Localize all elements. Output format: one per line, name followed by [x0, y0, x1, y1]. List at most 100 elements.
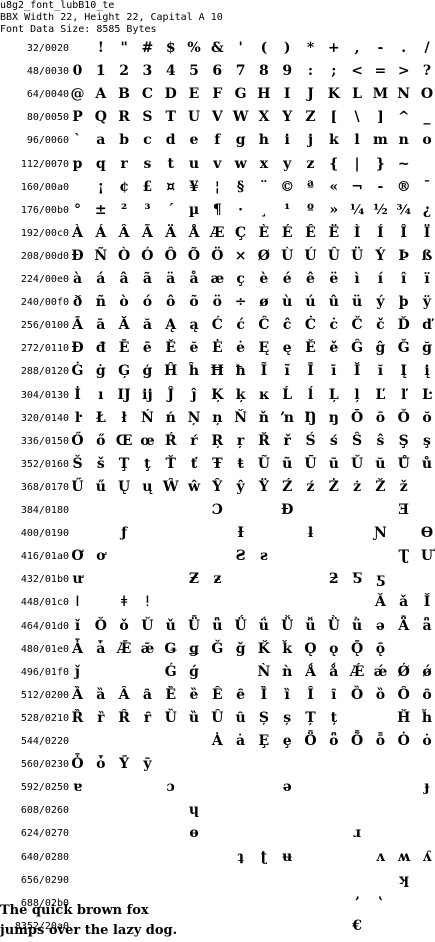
- font-name: u8g2_font_lubB10_te: [0, 0, 115, 11]
- glyph-cell: ;: [331, 63, 337, 80]
- glyph-cell: į: [424, 363, 430, 380]
- glyph-cell: ȯ: [422, 733, 432, 749]
- glyph-cell: Ŀ: [422, 386, 432, 403]
- glyph-row: 32/0020! " # $% & ' () * +, -. /: [0, 37, 435, 60]
- glyph-cell: °: [74, 201, 81, 218]
- glyph-cell: ɥ: [188, 802, 200, 819]
- glyph-cell: I: [283, 86, 291, 103]
- glyph-cell: ǥ: [189, 640, 199, 657]
- glyph-cell: Ń: [140, 409, 154, 426]
- glyph-cell: «: [329, 178, 339, 195]
- glyph-cell: Û: [327, 247, 340, 264]
- glyph-cell: F: [212, 86, 223, 103]
- glyph-cell: Ø: [257, 247, 270, 264]
- glyph-cell: È: [258, 224, 270, 241]
- glyph-cell: ŧ: [237, 455, 244, 472]
- glyph-cell: Ê: [305, 224, 316, 241]
- glyph-row: 480/01e0 Ǡǡ Ǣǣ Ǥǥ Ǧǧ Ǩǩ Ǫǫ Ǭǭ: [0, 638, 435, 661]
- glyph-cell: Ŋ: [304, 409, 317, 426]
- glyph-cell: Ǖ: [187, 617, 201, 634]
- glyph-cell: Ǣ: [116, 640, 132, 657]
- glyph-cell: ƒ: [121, 525, 128, 542]
- row-code-label: 272/0110: [20, 343, 69, 355]
- glyph-cell: ǃ: [145, 594, 150, 611]
- glyph-cell: E: [188, 86, 200, 103]
- glyph-cell: ²: [121, 201, 128, 218]
- glyph-cell: Ŝ: [352, 432, 363, 449]
- glyph-cell: ȋ: [331, 686, 337, 703]
- glyph-cell: ǚ: [305, 617, 316, 634]
- glyph-row: 304/0130 İı Ĳĳ Ĵĵ Ķķ ĸ Ĺĺ Ļļ Ľľ Ŀ: [0, 384, 435, 407]
- glyph-cell: v: [213, 155, 222, 172]
- glyph-row: 656/0290 ʞ: [0, 869, 435, 892]
- glyph-cell: Ǘ: [234, 617, 247, 634]
- glyph-cell: Ě: [305, 340, 316, 357]
- glyph-cell: Ŗ: [211, 432, 224, 449]
- glyph-cell: ĕ: [189, 340, 199, 357]
- glyph-cell: ĩ: [284, 363, 290, 380]
- glyph-cell: ñ: [95, 294, 106, 311]
- glyph-cell: ų: [142, 478, 153, 495]
- glyph-cell: ǿ: [422, 663, 432, 680]
- glyph-cell: ǧ: [235, 640, 246, 657]
- glyph-cell: ȱ: [96, 756, 106, 773]
- glyph-cell: Ȑ: [71, 709, 84, 726]
- glyph-cell: ÿ: [422, 294, 432, 311]
- glyph-cell: O: [420, 86, 434, 103]
- glyph-cell: ƻ: [328, 571, 339, 588]
- glyph-cell: ǝ: [375, 617, 385, 634]
- glyph-cell: W: [232, 109, 249, 126]
- glyph-cell: í: [377, 271, 384, 287]
- glyph-cell: o: [422, 132, 432, 149]
- glyph-cell: ': [238, 40, 243, 56]
- glyph-cell: Ğ: [397, 340, 410, 357]
- glyph-cell: Y: [282, 109, 293, 126]
- glyph-row: 432/01b0 ư Ƶƶ ƻ Ƽƽ: [0, 568, 435, 591]
- glyph-cell: Ȟ: [397, 709, 411, 726]
- glyph-cell: Ǒ: [94, 617, 107, 634]
- glyph-cell: ȏ: [422, 686, 432, 703]
- glyph-row: 288/0120 Ġġ Ģģ Ĥĥ Ħħ Ĩĩ Īī Ĭĭ Įį: [0, 360, 435, 383]
- glyph-cell: Í: [377, 224, 384, 241]
- glyph-cell: ě: [329, 340, 339, 357]
- glyph-cell: D: [164, 86, 177, 103]
- glyph-cell: ı: [98, 386, 104, 403]
- row-code-label: 176/00b0: [20, 204, 69, 216]
- glyph-cell: Ǥ: [164, 640, 177, 657]
- glyph-cell: Ȇ: [211, 686, 223, 703]
- glyph-cell: A: [95, 86, 107, 103]
- glyph-cell: i: [284, 132, 290, 149]
- glyph-cell: ŉ: [280, 409, 295, 426]
- glyph-cell: Ɔ: [211, 502, 223, 518]
- glyph-cell: ʉ: [282, 848, 293, 865]
- glyph-cell: ț: [330, 709, 338, 726]
- glyph-cell: ė: [236, 340, 246, 357]
- glyph-cell: ŏ: [422, 409, 432, 426]
- row-code-label: 80/0050: [26, 112, 69, 124]
- glyph-cell: Ų: [117, 478, 131, 495]
- glyph-cell: č: [376, 317, 385, 334]
- glyph-cell: î: [401, 271, 407, 287]
- glyph-cell: ē: [142, 340, 152, 357]
- glyph-cell: ī: [331, 363, 337, 380]
- glyph-cell: ǻ: [329, 663, 339, 680]
- glyph-cell: ð: [72, 294, 83, 311]
- glyph-cell: Ş: [398, 432, 409, 449]
- glyph-cell: ȗ: [235, 709, 246, 726]
- glyph-cell: ú: [305, 294, 316, 311]
- glyph-row: 640/0280 ʇ ʈ ʉ ʌ ʍ ʎ: [0, 846, 435, 869]
- glyph-cell: Ȕ: [164, 709, 177, 726]
- glyph-row: 448/01c0 ǀ ǂ ǃ Ǎǎ Ǐ: [0, 591, 435, 614]
- glyph-cell: ȭ: [375, 733, 386, 749]
- glyph-cell: Ǔ: [141, 617, 154, 634]
- glyph-cell: Ƽ: [351, 571, 363, 588]
- row-code-label: 640/0280: [20, 851, 69, 863]
- glyph-cell: ʈ: [260, 848, 268, 865]
- row-code-label: 560/0230: [20, 759, 69, 771]
- glyph-cell: ǵ: [189, 663, 199, 680]
- glyph-row: 208/00d0 Ð Ñ Ò Ó Ô Õ Ö × Ø Ù Ú Û Ü Ý Þß: [0, 245, 435, 268]
- row-code-label: 336/0150: [20, 435, 69, 447]
- glyph-cell: ©: [280, 178, 295, 195]
- glyph-cell: (: [260, 40, 268, 56]
- glyph-cell: å: [189, 271, 199, 287]
